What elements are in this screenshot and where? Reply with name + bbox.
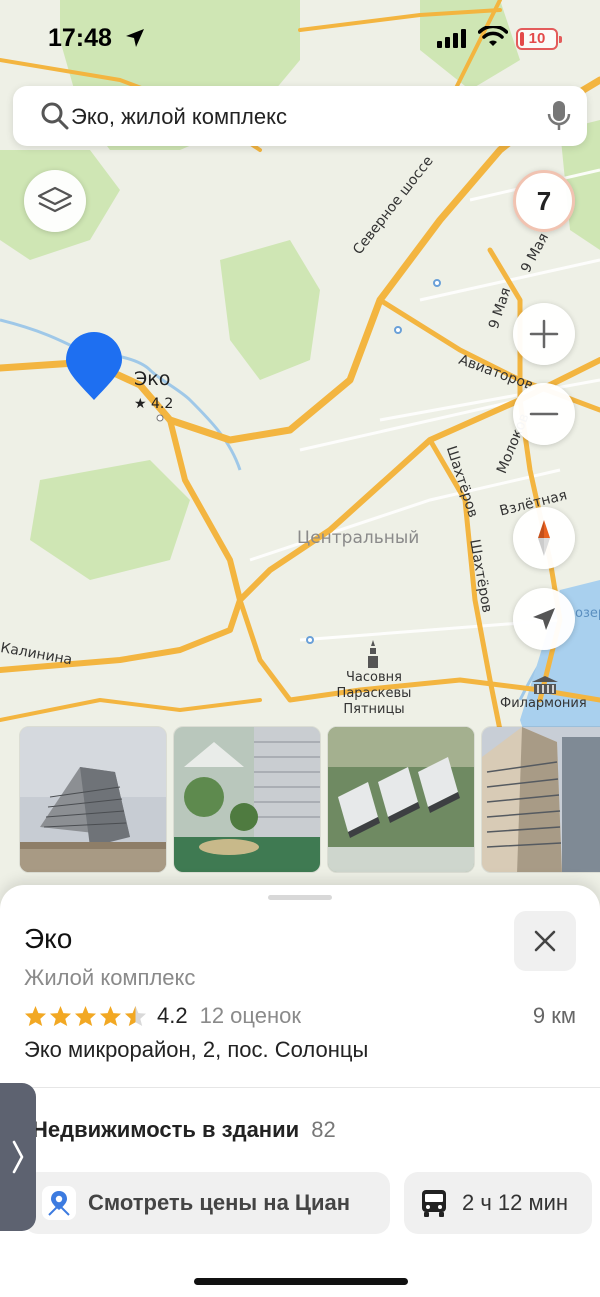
bus-icon	[422, 1190, 446, 1217]
zoom-out-button[interactable]	[513, 383, 575, 445]
signal-icon	[437, 29, 466, 48]
home-indicator[interactable]	[194, 1278, 408, 1285]
status-time: 17:48	[48, 24, 112, 52]
address[interactable]: Эко микрорайон, 2, пос. Солонцы	[24, 1037, 368, 1063]
realty-label: Недвижимость в здании	[32, 1117, 300, 1142]
compass-button[interactable]	[513, 507, 575, 569]
speed-limit-value: 7	[536, 185, 552, 216]
search-icon	[41, 102, 69, 130]
place-category: Жилой комплекс	[24, 965, 196, 990]
speed-limit-button[interactable]: 7	[513, 170, 575, 232]
rating-stars	[24, 1005, 147, 1027]
sheet-grabber[interactable]	[268, 895, 332, 900]
pin-name-label: Эко	[134, 368, 171, 390]
rating-count[interactable]: 12 оценок	[200, 1003, 301, 1029]
compass-icon	[538, 520, 550, 556]
plus-icon	[529, 319, 559, 349]
microphone-icon[interactable]	[547, 100, 571, 132]
district-label: Центральный	[297, 528, 420, 548]
star-icon	[49, 1005, 72, 1027]
zoom-in-button[interactable]	[513, 303, 575, 365]
close-icon	[534, 930, 556, 952]
battery-icon: 10	[516, 28, 562, 50]
search-input[interactable]: Эко, жилой комплекс	[71, 104, 287, 130]
search-bar[interactable]: Эко, жилой комплекс	[13, 86, 587, 146]
lake-label: озер	[575, 606, 600, 621]
photo-thumbnail[interactable]	[19, 726, 167, 873]
distance: 9 км	[532, 1003, 576, 1028]
photo-thumbnail[interactable]	[481, 726, 600, 873]
layers-button[interactable]	[24, 170, 86, 232]
battery-percent: 10	[528, 30, 546, 47]
status-bar: 17:48 10	[0, 0, 600, 80]
philharmonic-icon[interactable]	[530, 676, 560, 696]
minus-icon	[529, 412, 559, 416]
realty-count: 82	[311, 1117, 336, 1142]
close-button[interactable]	[514, 911, 576, 971]
rating-value: 4.2	[157, 1003, 188, 1028]
photo-thumbnail[interactable]	[327, 726, 475, 873]
photo-thumbnail[interactable]	[173, 726, 321, 873]
layers-icon	[37, 186, 73, 213]
star-half-icon	[124, 1005, 147, 1027]
cian-icon	[42, 1186, 76, 1220]
pin-rating-label: ★ 4.2	[134, 396, 174, 412]
rating-row[interactable]: 4.2 12 оценок	[24, 1001, 301, 1031]
place-title: Эко	[24, 923, 73, 954]
star-icon	[24, 1005, 47, 1027]
transit-time: 2 ч 12 мин	[462, 1190, 569, 1215]
cian-prices-button[interactable]: Смотреть цены на Циан	[24, 1172, 390, 1234]
location-arrow-icon	[126, 29, 144, 47]
pin-anchor-dot	[156, 414, 164, 422]
side-panel-handle[interactable]	[0, 1083, 36, 1231]
philharmonic-label[interactable]: Филармония	[500, 696, 587, 711]
place-card[interactable]: Эко Жилой комплекс 4.2 12 оценок 9 км Эк…	[0, 885, 600, 1297]
chapel-icon[interactable]	[364, 640, 382, 668]
realty-row[interactable]: Недвижимость в здании 82	[32, 1117, 336, 1143]
star-icon	[99, 1005, 122, 1027]
transit-route-button[interactable]: 2 ч 12 мин	[404, 1172, 592, 1234]
star-icon	[74, 1005, 97, 1027]
chevron-right-icon	[12, 1140, 24, 1174]
chapel-label[interactable]: Часовня Параскевы Пятницы	[308, 670, 440, 718]
cian-button-label: Смотреть цены на Циан	[88, 1190, 351, 1215]
navigation-arrow-icon	[533, 608, 555, 630]
divider	[24, 1087, 600, 1088]
wifi-icon	[478, 26, 508, 46]
my-location-button[interactable]	[513, 588, 575, 650]
